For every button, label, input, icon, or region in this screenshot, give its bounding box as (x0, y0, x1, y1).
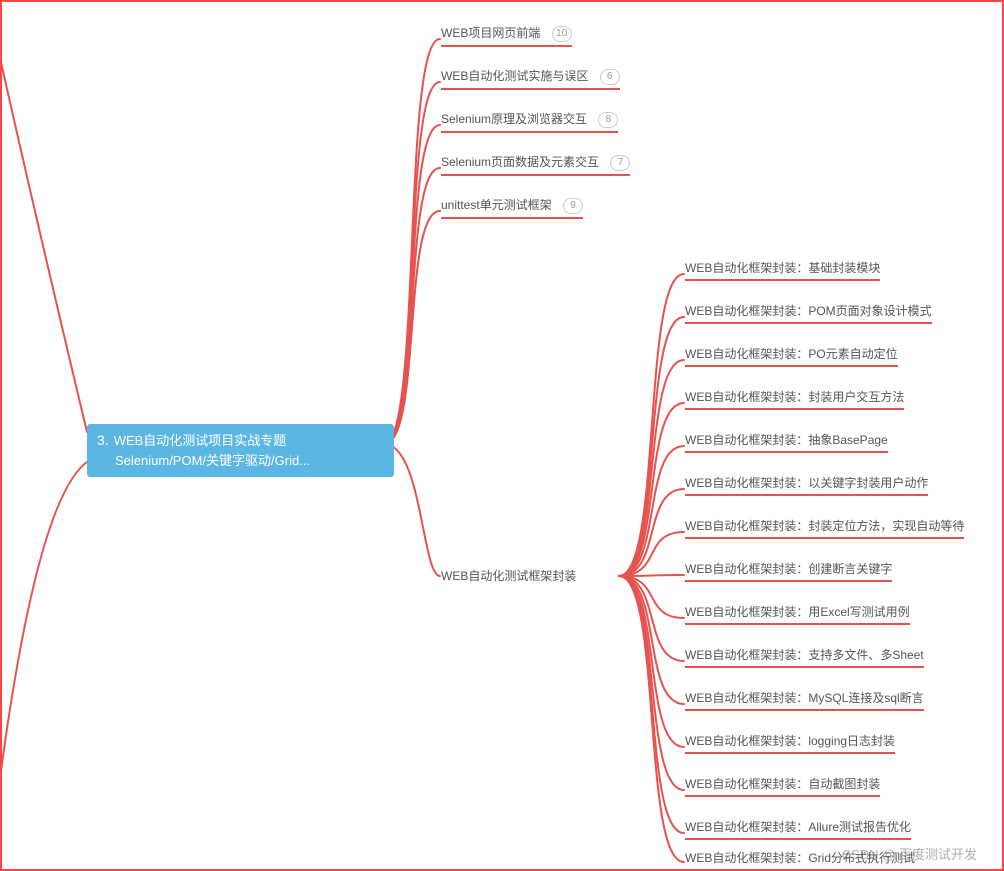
subtopic-label: WEB自动化框架封装：抽象BasePage (685, 433, 888, 447)
count-badge: 7 (610, 155, 630, 171)
subtopic-node[interactable]: WEB自动化框架封装：MySQL连接及sql断言 (685, 689, 924, 711)
subtopic-label: WEB自动化框架封装：支持多文件、多Sheet (685, 648, 924, 662)
subtopic-node[interactable]: WEB自动化框架封装：基础封装模块 (685, 259, 880, 281)
subtopic-node[interactable]: WEB自动化框架封装：创建断言关键字 (685, 560, 892, 582)
topic-node[interactable]: WEB自动化测试实施与误区 6 (441, 67, 620, 90)
topic-label: Selenium页面数据及元素交互 (441, 155, 599, 169)
subtopic-label: WEB自动化框架封装：创建断言关键字 (685, 562, 892, 576)
subtopic-label: WEB自动化框架封装：用Excel写测试用例 (685, 605, 910, 619)
topic-label: unittest单元测试框架 (441, 198, 552, 212)
watermark: CSDN @ 百度测试开发 (842, 844, 977, 863)
count-badge: 8 (598, 112, 618, 128)
subtopic-node[interactable]: WEB自动化框架封装：以关键字封装用户动作 (685, 474, 928, 496)
subtopic-node[interactable]: WEB自动化框架封装：logging日志封装 (685, 732, 895, 754)
topic-node[interactable]: unittest单元测试框架 9 (441, 196, 583, 219)
subtopic-node[interactable]: WEB自动化框架封装：PO元素自动定位 (685, 345, 898, 367)
topic-label: Selenium原理及浏览器交互 (441, 112, 587, 126)
subtopic-label: WEB自动化框架封装：以关键字封装用户动作 (685, 476, 928, 490)
topic-label: WEB自动化测试实施与误区 (441, 69, 588, 83)
subtopic-node[interactable]: WEB自动化框架封装：Allure测试报告优化 (685, 818, 911, 840)
subtopic-node[interactable]: WEB自动化框架封装：支持多文件、多Sheet (685, 646, 924, 668)
count-badge: 6 (600, 69, 620, 85)
mindmap-canvas: 3. WEB自动化测试项目实战专题 Selenium/POM/关键字驱动/Grid… (0, 0, 1004, 871)
topic-label: WEB项目网页前端 (441, 26, 540, 40)
subtopic-label: WEB自动化框架封装：Allure测试报告优化 (685, 820, 911, 834)
count-badge: 9 (563, 198, 583, 214)
topic-node[interactable]: Selenium页面数据及元素交互 7 (441, 153, 630, 176)
subtopic-label: WEB自动化框架封装：logging日志封装 (685, 734, 895, 748)
subtopic-label: WEB自动化框架封装：MySQL连接及sql断言 (685, 691, 924, 705)
subtopic-label: WEB自动化框架封装：自动截图封装 (685, 777, 880, 791)
subtopic-node[interactable]: WEB自动化框架封装：封装用户交互方法 (685, 388, 904, 410)
subtopic-node[interactable]: WEB自动化框架封装：用Excel写测试用例 (685, 603, 910, 625)
root-number: 3. (97, 430, 109, 451)
subtopic-node[interactable]: WEB自动化框架封装：自动截图封装 (685, 775, 880, 797)
subtopic-label: WEB自动化框架封装：封装定位方法，实现自动等待 (685, 519, 964, 533)
subtopic-node[interactable]: WEB自动化框架封装：封装定位方法，实现自动等待 (685, 517, 964, 539)
subtopic-node[interactable]: WEB自动化框架封装：POM页面对象设计模式 (685, 302, 932, 324)
count-badge: 10 (552, 26, 572, 42)
subtopic-label: WEB自动化框架封装：基础封装模块 (685, 261, 880, 275)
root-line2: Selenium/POM/关键字驱动/Grid... (115, 453, 310, 468)
topic-node[interactable]: WEB项目网页前端 10 (441, 24, 572, 47)
root-node[interactable]: 3. WEB自动化测试项目实战专题 Selenium/POM/关键字驱动/Grid… (87, 424, 394, 477)
group-node[interactable]: WEB自动化测试框架封装 (441, 567, 576, 584)
subtopic-node[interactable]: WEB自动化框架封装：抽象BasePage (685, 431, 888, 453)
subtopic-label: WEB自动化框架封装：POM页面对象设计模式 (685, 304, 932, 318)
root-line1: WEB自动化测试项目实战专题 (114, 433, 287, 448)
topic-node[interactable]: Selenium原理及浏览器交互 8 (441, 110, 618, 133)
subtopic-label: WEB自动化框架封装：PO元素自动定位 (685, 347, 898, 361)
group-label: WEB自动化测试框架封装 (441, 569, 576, 583)
subtopic-label: WEB自动化框架封装：封装用户交互方法 (685, 390, 904, 404)
